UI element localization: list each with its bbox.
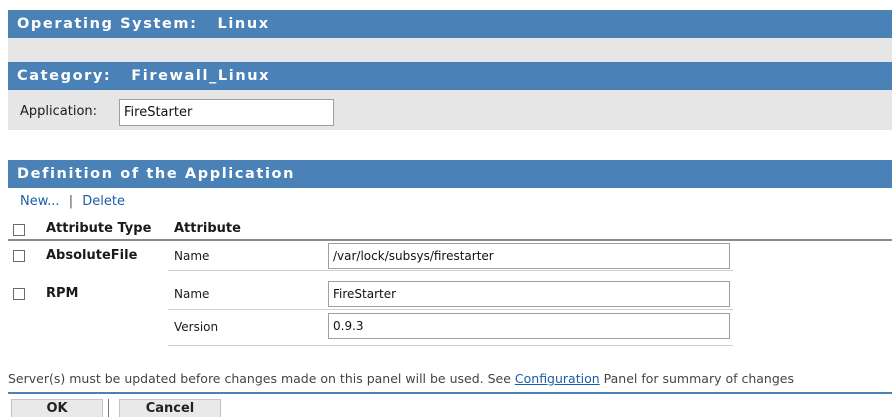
attr-name-label: Name (174, 249, 210, 263)
button-separator (108, 399, 109, 417)
row-divider (168, 270, 733, 271)
select-all-checkbox[interactable] (13, 224, 25, 236)
os-body (8, 38, 892, 62)
ok-button[interactable]: OK (11, 399, 103, 417)
row-divider (168, 309, 733, 310)
rpm-name-input[interactable]: FireStarter (328, 281, 730, 307)
row-checkbox-absolutefile[interactable] (13, 250, 25, 262)
os-header: Operating System: Linux (8, 10, 892, 38)
definition-actions: New... | Delete (20, 194, 125, 209)
attr-version-label: Version (174, 320, 219, 334)
new-link[interactable]: New... (20, 194, 60, 209)
notice-text-before: Server(s) must be updated before changes… (8, 371, 515, 386)
delete-link[interactable]: Delete (82, 194, 125, 209)
column-attribute-type: Attribute Type (46, 221, 152, 236)
attr-name-label: Name (174, 287, 210, 301)
row-type-absolutefile: AbsoluteFile (46, 248, 138, 263)
notice-text-after: Panel for summary of changes (599, 371, 794, 386)
definition-header: Definition of the Application (8, 160, 892, 188)
rpm-version-input[interactable]: 0.9.3 (328, 313, 730, 339)
row-checkbox-rpm[interactable] (13, 288, 25, 300)
application-input[interactable]: FireStarter (119, 99, 334, 126)
os-header-label: Operating System: (17, 16, 198, 32)
absolutefile-name-input[interactable]: /var/lock/subsys/firestarter (328, 243, 730, 269)
category-header-value: Firewall_Linux (131, 68, 271, 84)
category-header: Category: Firewall_Linux (8, 62, 892, 90)
row-top-border (8, 240, 892, 241)
column-attribute: Attribute (174, 221, 241, 236)
configuration-link[interactable]: Configuration (515, 371, 600, 386)
actions-separator: | (68, 194, 74, 209)
category-header-label: Category: (17, 68, 112, 84)
cancel-button[interactable]: Cancel (119, 399, 221, 417)
row-type-rpm: RPM (46, 286, 79, 301)
update-notice: Server(s) must be updated before changes… (8, 371, 892, 386)
footer-divider (8, 392, 892, 394)
os-header-value: Linux (217, 16, 270, 32)
application-label: Application: (20, 104, 98, 119)
row-divider (168, 345, 733, 346)
